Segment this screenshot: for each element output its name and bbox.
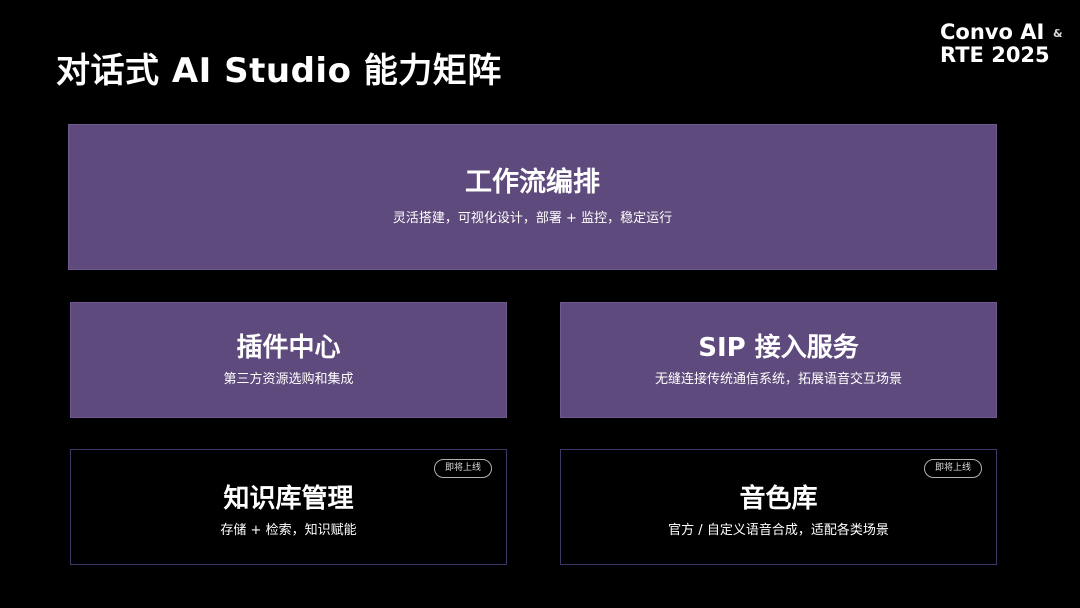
sip-service-card-description: 无缝连接传统通信系统，拓展语音交互场景 bbox=[654, 372, 902, 387]
plugin-center-card-description: 第三方资源选购和集成 bbox=[223, 372, 354, 387]
plugin-center-card: 插件中心 第三方资源选购和集成 bbox=[70, 302, 507, 418]
workflow-card: 工作流编排 灵活搭建，可视化设计，部署 + 监控，稳定运行 bbox=[68, 124, 997, 270]
workflow-card-title: 工作流编排 bbox=[465, 167, 600, 198]
sip-service-card: SIP 接入服务 无缝连接传统通信系统，拓展语音交互场景 bbox=[560, 302, 997, 418]
coming-soon-badge: 即将上线 bbox=[433, 459, 492, 478]
voice-library-card-description: 官方 / 自定义语音合成，适配各类场景 bbox=[668, 523, 889, 538]
coming-soon-badge: 即将上线 bbox=[923, 459, 982, 478]
slide-title: 对话式 AI Studio 能力矩阵 bbox=[56, 51, 502, 91]
event-logo: Convo AI & RTE 2025 bbox=[940, 20, 1066, 67]
voice-library-card: 即将上线 音色库 官方 / 自定义语音合成，适配各类场景 bbox=[560, 449, 997, 565]
logo-line-rte: RTE 2025 bbox=[940, 43, 1050, 67]
logo-ampersand: & bbox=[1053, 27, 1063, 40]
plugin-center-card-title: 插件中心 bbox=[236, 333, 341, 363]
voice-library-card-title: 音色库 bbox=[739, 484, 818, 514]
knowledge-base-card-description: 存储 + 检索，知识赋能 bbox=[220, 523, 357, 538]
workflow-card-description: 灵活搭建，可视化设计，部署 + 监控，稳定运行 bbox=[392, 211, 673, 226]
sip-service-card-title: SIP 接入服务 bbox=[698, 333, 859, 363]
logo-line-convo-ai: Convo AI bbox=[940, 20, 1045, 44]
knowledge-base-card-title: 知识库管理 bbox=[223, 484, 354, 514]
knowledge-base-card: 即将上线 知识库管理 存储 + 检索，知识赋能 bbox=[70, 449, 507, 565]
